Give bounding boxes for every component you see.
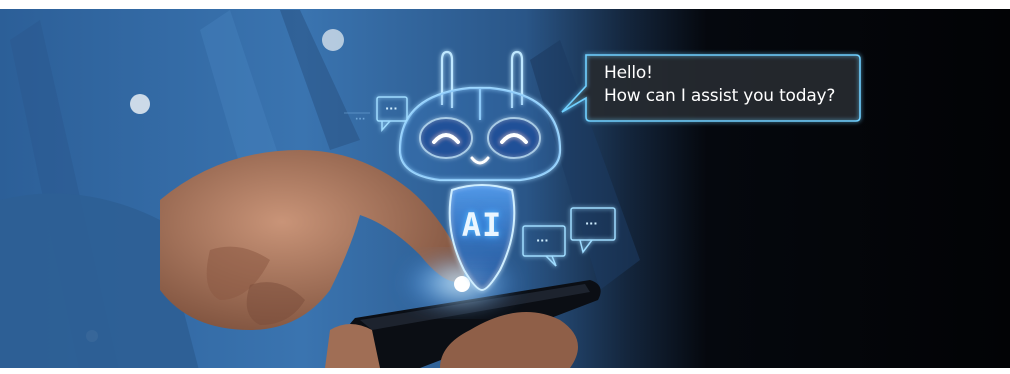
chat-greeting-line: Hello! (604, 63, 653, 83)
small-bubble-dots-1: ··· (385, 102, 398, 115)
svg-text:···: ··· (355, 115, 365, 125)
ai-chatbot-photo: ··· ··· ··· ··· (0, 0, 1010, 374)
hero-banner: ··· ··· ··· ··· AI Hello! How can I assi… (0, 0, 1010, 374)
robot-ai-label: AI (461, 206, 503, 244)
chat-question-line: How can I assist you today? (604, 86, 836, 106)
top-margin (0, 0, 1010, 9)
chat-bubble-message: Hello! How can I assist you today? (604, 62, 854, 108)
small-bubble-dots-2: ··· (585, 217, 598, 230)
small-bubble-dots-3: ··· (536, 234, 549, 247)
bottom-margin (0, 368, 1010, 374)
